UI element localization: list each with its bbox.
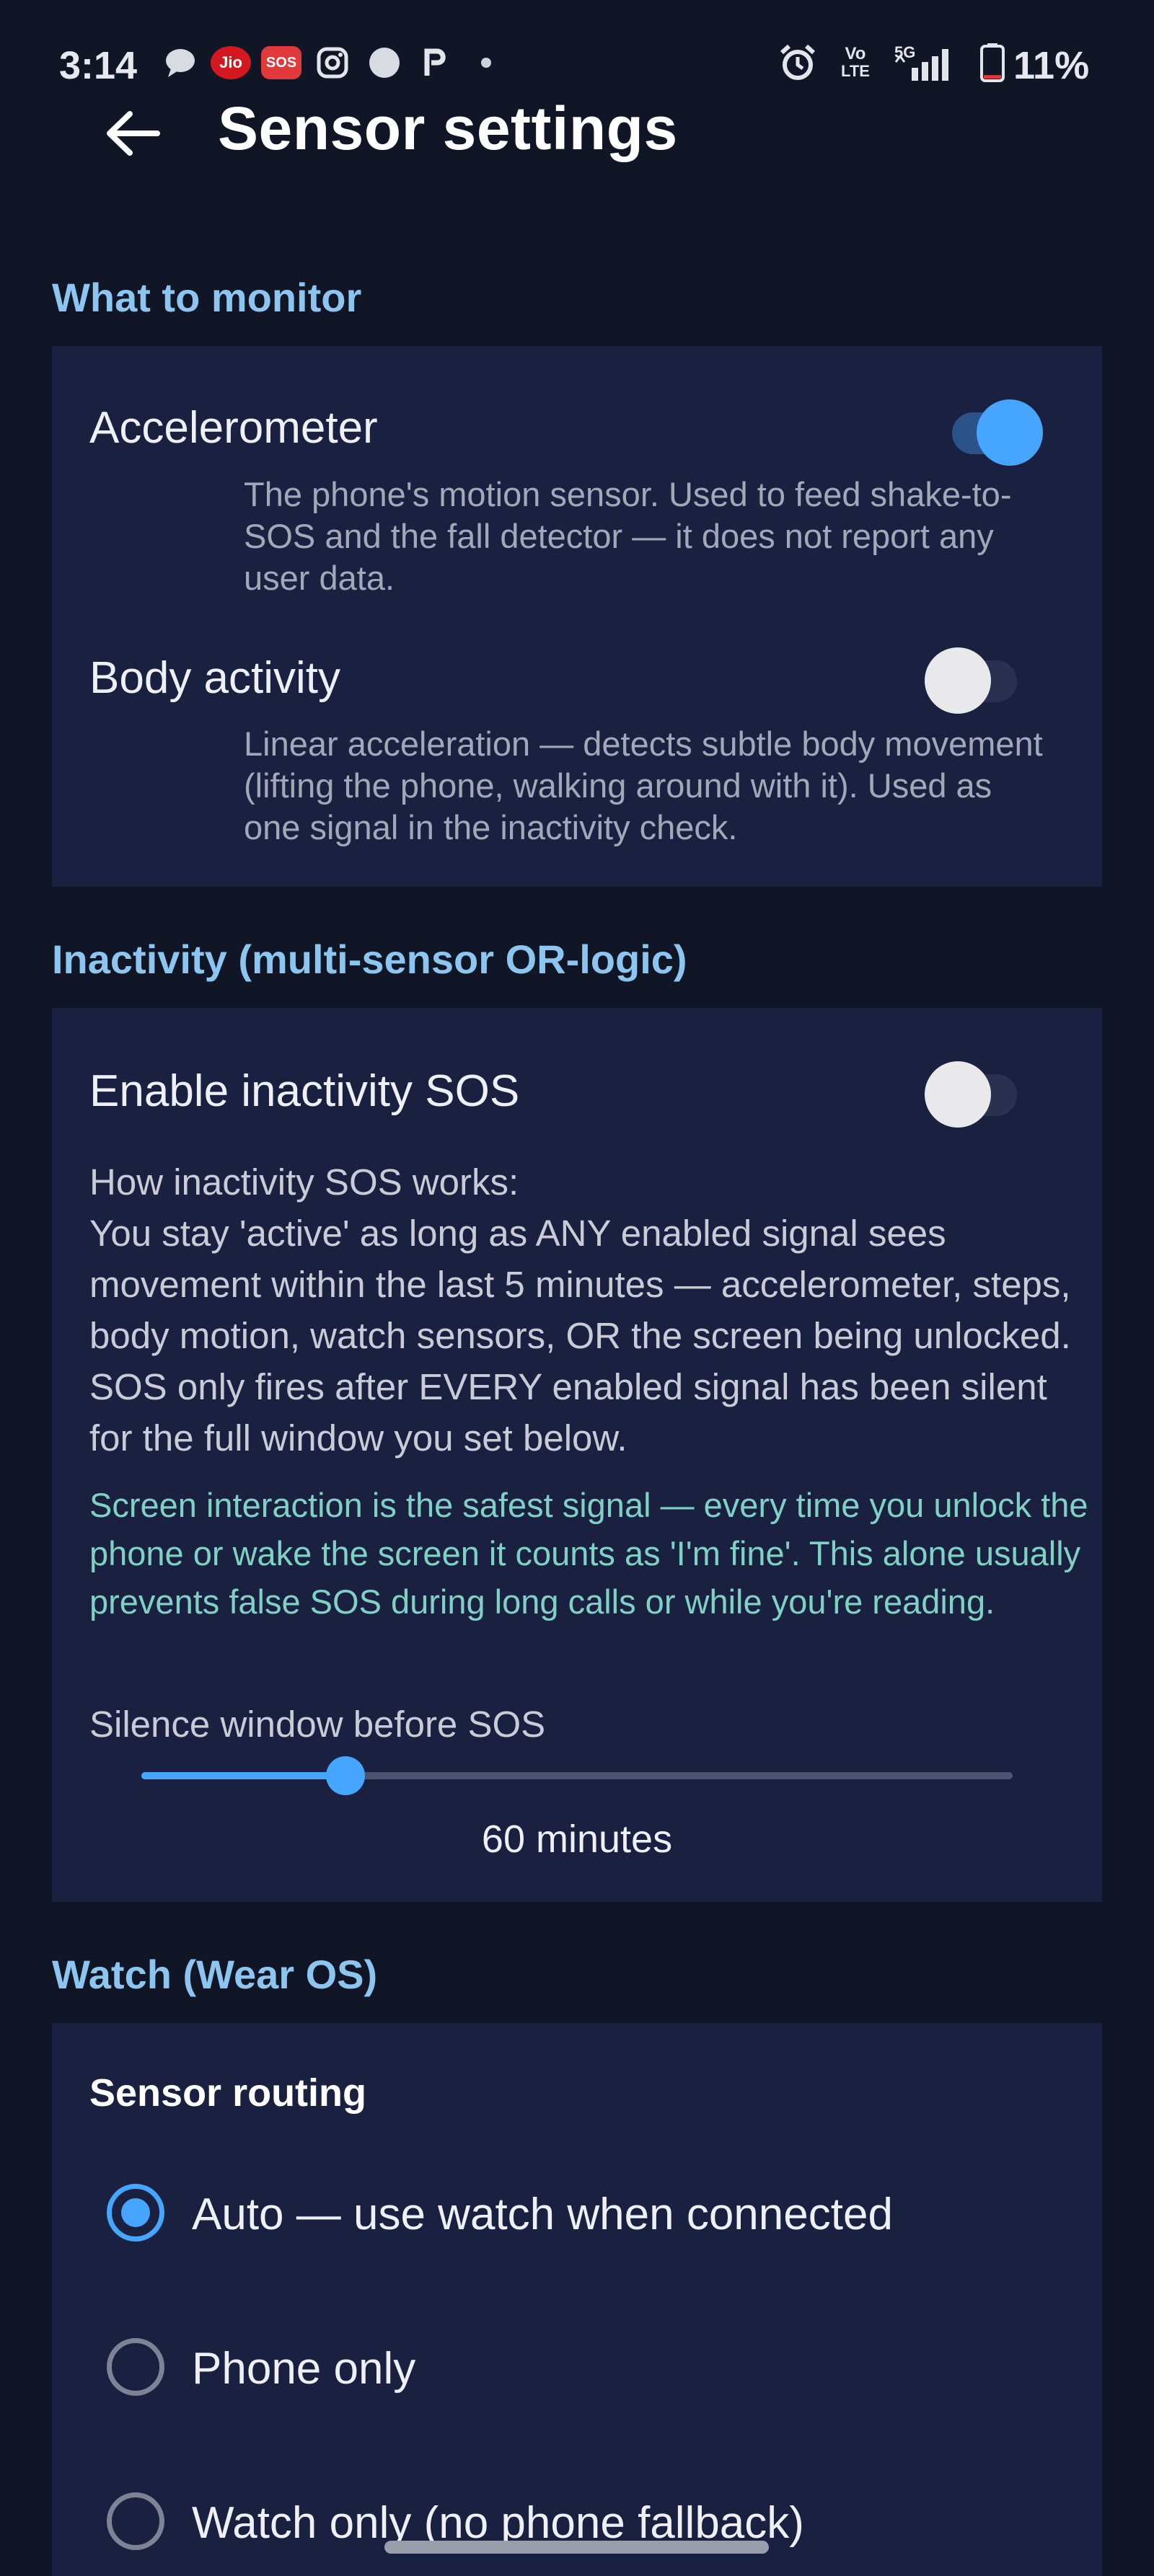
sensor-routing-title: Sensor routing [89,2071,367,2115]
inactivity-sos-toggle[interactable] [920,1053,1029,1128]
circle-app-icon [366,46,402,79]
volte-icon: Vo LTE [835,44,876,80]
accelerometer-description: The phone's motion sensor. Used to feed … [244,475,1012,597]
radio-ring [107,2338,164,2396]
signal-5g-icon: 5G [891,43,964,81]
accelerometer-label: Accelerometer [89,403,378,453]
slider-thumb[interactable] [325,1756,365,1795]
accelerometer-toggle[interactable] [935,391,1043,466]
sos-icon-label: SOS [265,54,297,71]
back-arrow-icon [107,111,160,156]
home-indicator[interactable] [384,2541,769,2554]
silence-window-value: 60 minutes [481,1818,673,1861]
page-title: Sensor settings [218,94,678,162]
how-it-works-body: You stay 'active' as long as ANY enabled… [89,1213,1071,1459]
body-activity-label: Body activity [89,653,341,703]
battery-icon [979,43,1005,82]
chat-bubble-icon [162,46,198,79]
section-header-monitor: What to monitor [52,275,362,320]
toggle-thumb [925,647,991,714]
body-activity-toggle[interactable] [920,639,1029,714]
paytm-icon [420,46,452,79]
status-time: 3:14 [59,44,138,87]
section-header-inactivity: Inactivity (multi-sensor OR-logic) [52,937,687,982]
instagram-icon [314,46,351,79]
jio-icon: Jio [211,46,251,79]
silence-window-label: Silence window before SOS [89,1704,546,1745]
inactivity-sos-label: Enable inactivity SOS [89,1066,520,1116]
battery-fill [984,75,1001,79]
jio-icon-label: Jio [219,53,242,71]
body-activity-description: Linear acceleration — detects subtle bod… [244,725,1043,846]
slider-fill [141,1772,345,1779]
inactivity-how-it-works: How inactivity SOS works: You stay 'acti… [89,1156,1085,1464]
volte-label-bottom: LTE [841,62,870,80]
radio-phone-only-label[interactable]: Phone only [192,2343,415,2394]
volte-label-top: Vo [845,44,866,63]
toggle-thumb [925,1061,991,1128]
section-header-watch: Watch (Wear OS) [52,1952,378,1997]
sos-icon: SOS [261,46,301,79]
alarm-icon [778,44,818,80]
dot-icon [477,46,495,79]
radio-auto-label[interactable]: Auto — use watch when connected [192,2189,893,2240]
toggle-thumb [977,399,1043,466]
radio-dot [121,2198,150,2227]
how-it-works-title: How inactivity SOS works: [89,1161,519,1203]
radio-ring [107,2492,164,2550]
radio-auto[interactable] [107,2184,173,2250]
inactivity-tip: Screen interaction is the safest signal … [89,1486,1088,1621]
radio-watch-only[interactable] [107,2492,173,2559]
back-button[interactable] [101,101,166,166]
battery-percent: 11% [1013,44,1090,87]
radio-phone-only[interactable] [107,2338,173,2404]
